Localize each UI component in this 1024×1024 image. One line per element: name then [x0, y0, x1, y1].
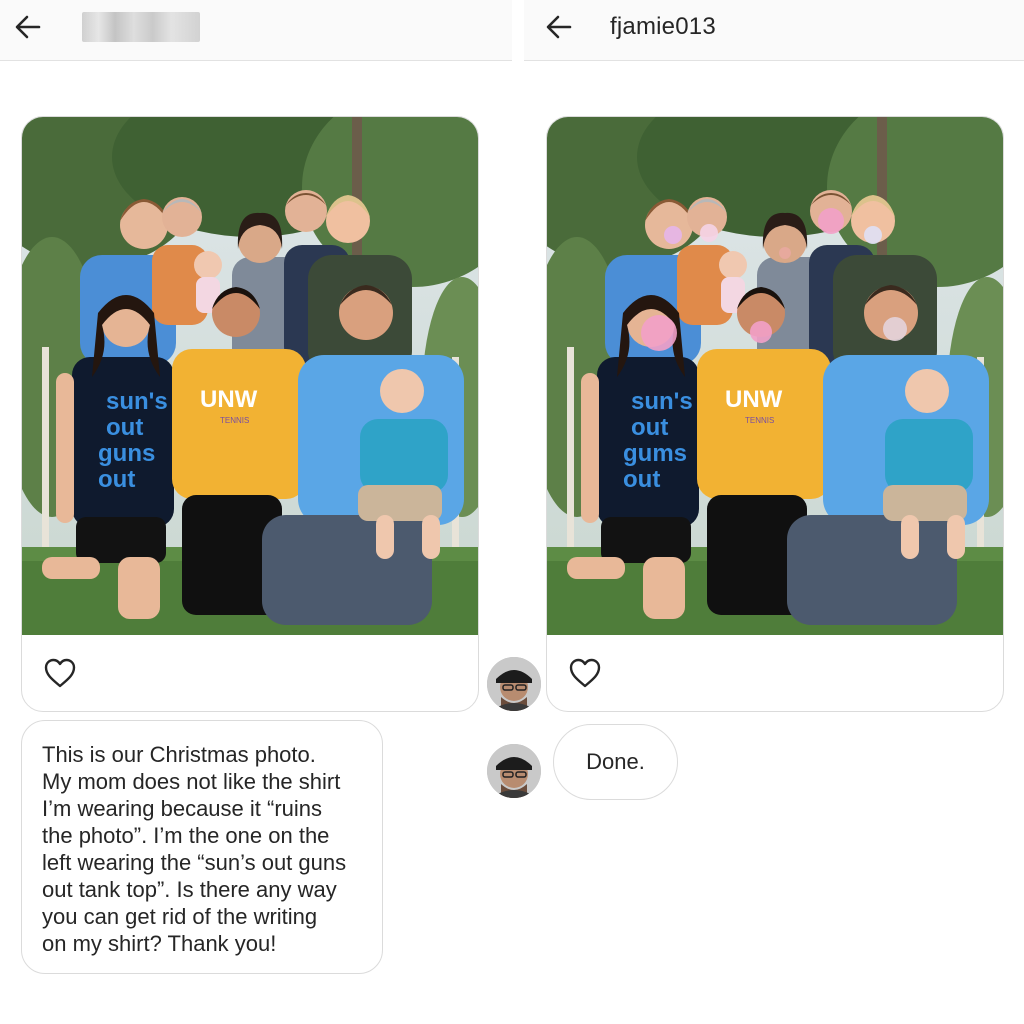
bubble-gum [779, 247, 791, 259]
tshirt-sub-text: TENNIS [745, 416, 774, 425]
right-pane: fjamie013 sun's out gums out UNW TENNIS … [487, 0, 1024, 1024]
blurred-username[interactable] [82, 12, 200, 42]
left-header [0, 0, 512, 61]
photo-message-card[interactable]: sun's out gums out UNW TENNIS [546, 116, 1004, 712]
tank-top-text-line-4: out [98, 466, 135, 493]
heart-icon[interactable] [568, 657, 602, 689]
tank-top-text-line-2: out [106, 414, 143, 441]
received-message-text: Done. [586, 749, 645, 774]
tshirt-logo-text: UNW [725, 386, 783, 413]
bubble-gum [883, 317, 907, 341]
user-avatar[interactable] [487, 744, 541, 798]
family-photo[interactable]: sun's out guns out UNW TENNIS [22, 117, 478, 635]
right-header: fjamie013 [524, 0, 1024, 61]
received-message-bubble[interactable]: Done. [553, 724, 678, 800]
tank-top-text-line-3: gums [623, 440, 687, 467]
conversation-username[interactable]: fjamie013 [610, 13, 716, 41]
arrow-left-icon[interactable] [544, 12, 574, 42]
bubble-gum [664, 226, 682, 244]
bubble-gum [641, 315, 677, 351]
edited-family-photo[interactable]: sun's out gums out UNW TENNIS [547, 117, 1003, 635]
sent-message-text: This is our Christmas photo. My mom does… [42, 742, 347, 956]
bubble-gum [818, 208, 844, 234]
tank-top-text-line-1: sun's [631, 388, 693, 415]
tshirt-logo-text: UNW [200, 386, 258, 413]
bubble-gum [750, 321, 772, 343]
tank-top-text-line-3: guns [98, 440, 155, 467]
arrow-left-icon[interactable] [13, 12, 43, 42]
tank-top-text-line-1: sun's [106, 388, 168, 415]
heart-icon[interactable] [43, 657, 77, 689]
sent-message-bubble[interactable]: This is our Christmas photo. My mom does… [21, 720, 383, 974]
photo-message-card[interactable]: sun's out guns out UNW TENNIS [21, 116, 479, 712]
tshirt-sub-text: TENNIS [220, 416, 249, 425]
bubble-gum [700, 224, 718, 242]
bubble-gum [864, 226, 882, 244]
tank-top-text-line-2: out [631, 414, 668, 441]
tank-top-text-line-4: out [623, 466, 660, 493]
left-pane: sun's out guns out UNW TENNIS This is ou… [0, 0, 541, 1024]
